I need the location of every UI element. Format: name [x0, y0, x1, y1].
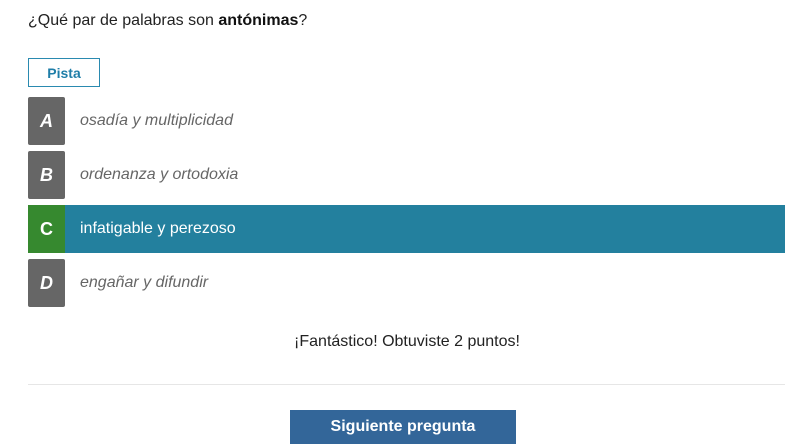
- option-letter: B: [28, 151, 65, 199]
- question-text: ¿Qué par de palabras son antónimas?: [28, 12, 307, 30]
- option-b[interactable]: Bordenanza y ortodoxia: [28, 151, 785, 199]
- feedback-message: ¡Fantástico! Obtuviste 2 puntos!: [294, 333, 520, 350]
- option-c[interactable]: Cinfatigable y perezoso: [28, 205, 785, 253]
- option-text: engañar y difundir: [80, 274, 209, 291]
- question-keyword: antónimas: [218, 12, 299, 29]
- option-letter: A: [28, 97, 65, 145]
- option-d[interactable]: Dengañar y difundir: [28, 259, 785, 307]
- option-text: infatigable y perezoso: [80, 220, 236, 237]
- divider: [28, 384, 785, 385]
- next-question-button[interactable]: Siguiente pregunta: [290, 410, 516, 444]
- option-text: osadía y multiplicidad: [80, 112, 233, 129]
- option-letter: D: [28, 259, 65, 307]
- question-suffix: ?: [298, 12, 308, 29]
- option-text: ordenanza y ortodoxia: [80, 166, 239, 183]
- question-prefix: ¿Qué par de palabras son: [28, 12, 219, 29]
- hint-button[interactable]: Pista: [28, 58, 100, 87]
- option-letter: C: [28, 205, 65, 253]
- option-a[interactable]: Aosadía y multiplicidad: [28, 97, 785, 145]
